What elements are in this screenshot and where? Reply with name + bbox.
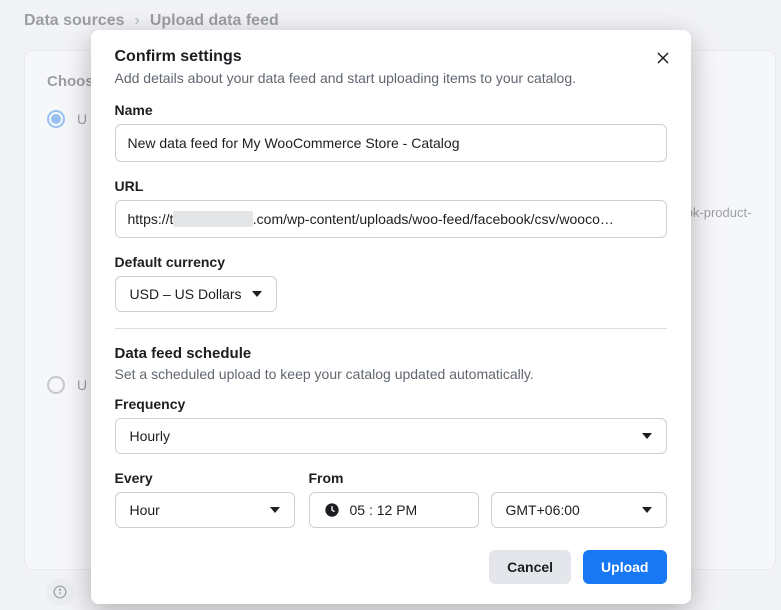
from-time-value: 05 : 12 PM (350, 502, 418, 518)
every-label: Every (115, 470, 295, 486)
upload-button[interactable]: Upload (583, 550, 666, 584)
name-field: Name (115, 102, 667, 162)
name-label: Name (115, 102, 667, 118)
chevron-down-icon (270, 507, 280, 513)
url-input[interactable]: https://t████████.com/wp-content/uploads… (115, 200, 667, 238)
url-label: URL (115, 178, 667, 194)
url-field: URL https://t████████.com/wp-content/upl… (115, 178, 667, 238)
schedule-subtitle: Set a scheduled upload to keep your cata… (115, 366, 667, 382)
schedule-row: Every Hour From 05 : 12 PM (115, 470, 667, 528)
every-select[interactable]: Hour (115, 492, 295, 528)
cancel-button[interactable]: Cancel (489, 550, 571, 584)
currency-value: USD – US Dollars (130, 286, 242, 302)
divider (115, 328, 667, 329)
frequency-label: Frequency (115, 396, 667, 412)
url-prefix: https://t (128, 211, 174, 227)
every-value: Hour (130, 502, 160, 518)
modal-subtitle: Add details about your data feed and sta… (115, 70, 667, 86)
chevron-down-icon (642, 507, 652, 513)
frequency-value: Hourly (130, 428, 170, 444)
url-redacted: ████████ (173, 211, 252, 227)
name-input[interactable] (115, 124, 667, 162)
from-label: From (309, 470, 667, 486)
confirm-settings-modal: Confirm settings Add details about your … (91, 30, 691, 604)
chevron-down-icon (642, 433, 652, 439)
close-button[interactable] (649, 44, 677, 72)
timezone-select[interactable]: GMT+06:00 (491, 492, 667, 528)
url-suffix: .com/wp-content/uploads/woo-feed/faceboo… (253, 211, 614, 227)
currency-label: Default currency (115, 254, 667, 270)
frequency-field: Frequency Hourly (115, 396, 667, 454)
frequency-select[interactable]: Hourly (115, 418, 667, 454)
currency-field: Default currency USD – US Dollars (115, 254, 667, 312)
modal-actions: Cancel Upload (115, 550, 667, 584)
from-time-input[interactable]: 05 : 12 PM (309, 492, 479, 528)
close-icon (655, 50, 671, 66)
modal-overlay: Confirm settings Add details about your … (0, 0, 781, 610)
clock-icon (324, 502, 340, 518)
modal-title: Confirm settings (115, 48, 667, 66)
schedule-title: Data feed schedule (115, 345, 667, 362)
currency-select[interactable]: USD – US Dollars (115, 276, 277, 312)
timezone-value: GMT+06:00 (506, 502, 580, 518)
chevron-down-icon (252, 291, 262, 297)
